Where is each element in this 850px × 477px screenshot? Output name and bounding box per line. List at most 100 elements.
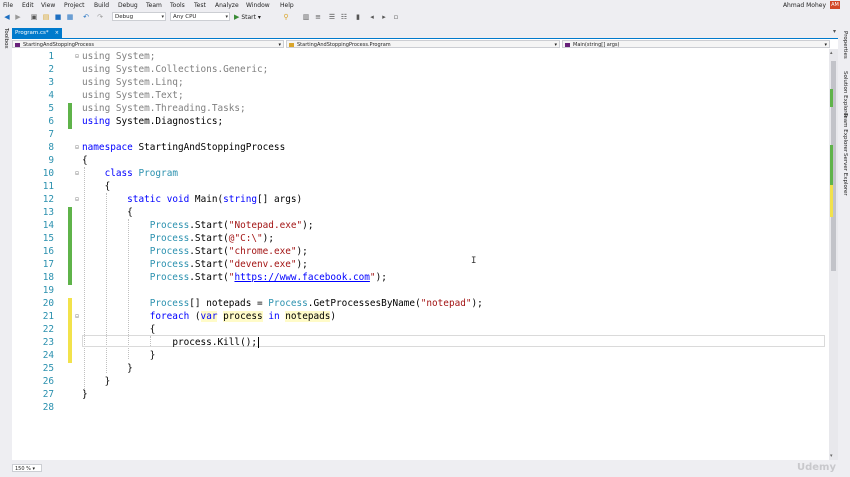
code-line-16[interactable]: Process.Start("chrome.exe"); bbox=[82, 246, 308, 257]
code-line-6[interactable]: using System.Diagnostics; bbox=[82, 116, 223, 127]
open-file-icon[interactable]: ▤ bbox=[42, 13, 50, 21]
prev-bookmark-icon[interactable]: ◂ bbox=[368, 13, 376, 21]
menu-window[interactable]: Window bbox=[246, 2, 270, 9]
project-select[interactable]: StartingAndStoppingProcess ▾ bbox=[12, 40, 284, 48]
code-line-23[interactable]: process.Kill(); bbox=[82, 337, 259, 348]
save-all-icon[interactable]: ▦ bbox=[66, 13, 74, 21]
code-line-11[interactable]: { bbox=[82, 181, 111, 192]
status-bar: 150 % ▾ Udemy bbox=[0, 460, 850, 477]
line-number: 6 bbox=[48, 116, 54, 127]
user-name[interactable]: Ahmad Mohey bbox=[783, 2, 826, 9]
right-tool-strip: Properties Solution Explorer Team Explor… bbox=[838, 25, 850, 460]
code-line-9[interactable]: { bbox=[82, 155, 88, 166]
solution-explorer-tab[interactable]: Solution Explorer bbox=[842, 71, 848, 118]
line-number: 18 bbox=[42, 272, 54, 283]
back-icon[interactable]: ◀ bbox=[3, 13, 11, 21]
code-line-14[interactable]: Process.Start("Notepad.exe"); bbox=[82, 220, 314, 231]
save-icon[interactable]: ■ bbox=[54, 13, 62, 21]
menu-analyze[interactable]: Analyze bbox=[215, 2, 239, 9]
code-line-8[interactable]: namespace StartingAndStoppingProcess bbox=[82, 142, 285, 153]
toolbox-tab[interactable]: Toolbox bbox=[3, 28, 9, 49]
format-icon[interactable]: ▥ bbox=[302, 13, 310, 21]
menu-tools[interactable]: Tools bbox=[170, 2, 185, 9]
code-line-10[interactable]: class Program bbox=[82, 168, 178, 179]
line-number: 23 bbox=[42, 337, 54, 348]
code-line-27[interactable]: } bbox=[82, 389, 88, 400]
collapse-icon[interactable]: ⊟ bbox=[74, 171, 80, 177]
collapse-icon[interactable]: ⊟ bbox=[74, 145, 80, 151]
configuration-select[interactable]: Debug ▾ bbox=[112, 12, 166, 21]
code-line-15[interactable]: Process.Start(@"C:\"); bbox=[82, 233, 274, 244]
menu-project[interactable]: Project bbox=[64, 2, 85, 9]
code-editor[interactable]: 1 2 3 4 5 6 7 8 9 10 11 12 13 14 15 16 1… bbox=[12, 49, 829, 460]
code-line-5[interactable]: using System.Threading.Tasks; bbox=[82, 103, 246, 114]
line-number: 15 bbox=[42, 233, 54, 244]
code-line-17[interactable]: Process.Start("devenv.exe"); bbox=[82, 259, 308, 270]
code-line-20[interactable]: Process[] notepads = Process.GetProcesse… bbox=[82, 298, 483, 309]
menu-file[interactable]: File bbox=[3, 2, 13, 9]
menu-test[interactable]: Test bbox=[194, 2, 206, 9]
server-explorer-tab[interactable]: Server Explorer bbox=[842, 153, 848, 196]
new-project-icon[interactable]: ▣ bbox=[30, 13, 38, 21]
tab-overflow-icon[interactable]: ▾ bbox=[833, 28, 836, 35]
code-line-18[interactable]: Process.Start("https://www.facebook.com"… bbox=[82, 272, 387, 283]
menu-view[interactable]: View bbox=[41, 2, 55, 9]
scroll-up-icon[interactable]: ▴ bbox=[830, 50, 833, 56]
menu-build[interactable]: Build bbox=[94, 2, 109, 9]
team-explorer-tab[interactable]: Team Explorer bbox=[842, 113, 848, 152]
line-number: 20 bbox=[42, 298, 54, 309]
code-line-26[interactable]: } bbox=[82, 376, 111, 387]
bookmark-icon[interactable]: ▮ bbox=[354, 13, 362, 21]
collapse-icon[interactable]: ⊟ bbox=[74, 197, 80, 203]
code-line-25[interactable]: } bbox=[82, 363, 133, 374]
menu-debug[interactable]: Debug bbox=[118, 2, 138, 9]
code-line-24[interactable]: } bbox=[82, 350, 156, 361]
avatar[interactable]: AM bbox=[830, 1, 840, 9]
chevron-down-icon: ▾ bbox=[161, 14, 164, 20]
vertical-scrollbar[interactable]: ▴ ▾ bbox=[829, 49, 838, 460]
redo-icon[interactable]: ↷ bbox=[96, 13, 104, 21]
find-icon[interactable]: ⚲ bbox=[282, 13, 290, 21]
class-select[interactable]: StartingAndStoppingProcess.Program ▾ bbox=[286, 40, 560, 48]
menu-help[interactable]: Help bbox=[280, 2, 294, 9]
line-number: 9 bbox=[48, 155, 54, 166]
forward-icon[interactable]: ▶ bbox=[14, 13, 22, 21]
line-number: 24 bbox=[42, 350, 54, 361]
collapse-icon[interactable]: ⊟ bbox=[74, 54, 80, 60]
scroll-down-icon[interactable]: ▾ bbox=[830, 453, 833, 459]
method-icon bbox=[565, 43, 570, 47]
next-bookmark-icon[interactable]: ▸ bbox=[380, 13, 388, 21]
code-line-21[interactable]: foreach (var process in notepads) bbox=[82, 311, 336, 322]
code-line-2[interactable]: using System.Collections.Generic; bbox=[82, 64, 268, 75]
watermark: Udemy bbox=[797, 462, 836, 473]
code-line-12[interactable]: static void Main(string[] args) bbox=[82, 194, 302, 205]
close-icon[interactable]: × bbox=[55, 28, 59, 38]
mouse-ibeam-cursor: I bbox=[471, 256, 477, 266]
chevron-down-icon: ▾ bbox=[225, 14, 228, 20]
line-number: 11 bbox=[42, 181, 54, 192]
menu-team[interactable]: Team bbox=[146, 2, 162, 9]
code-line-1[interactable]: using System; bbox=[82, 51, 155, 62]
saved-change-marker bbox=[68, 103, 72, 129]
start-button[interactable]: ▶ Start ▾ bbox=[234, 13, 261, 21]
saved-change-marker bbox=[830, 145, 833, 185]
collapse-icon[interactable]: ⊟ bbox=[74, 314, 80, 320]
clear-bookmarks-icon[interactable]: ▫ bbox=[392, 13, 400, 21]
line-number: 7 bbox=[48, 129, 54, 140]
uncomment-icon[interactable]: ☷ bbox=[340, 13, 348, 21]
platform-select[interactable]: Any CPU ▾ bbox=[170, 12, 230, 21]
line-number: 22 bbox=[42, 324, 54, 335]
member-select[interactable]: Main(string[] args) ▾ bbox=[562, 40, 830, 48]
tab-program-cs[interactable]: Program.cs* × bbox=[12, 28, 62, 38]
comment-icon[interactable]: ☰ bbox=[328, 13, 336, 21]
zoom-select[interactable]: 150 % ▾ bbox=[12, 464, 42, 472]
indent-icon[interactable]: ≡ bbox=[314, 13, 322, 21]
undo-icon[interactable]: ↶ bbox=[82, 13, 90, 21]
code-line-3[interactable]: using System.Linq; bbox=[82, 77, 184, 88]
chevron-down-icon: ▾ bbox=[824, 42, 827, 48]
code-line-4[interactable]: using System.Text; bbox=[82, 90, 184, 101]
properties-tab[interactable]: Properties bbox=[842, 31, 848, 59]
code-line-13[interactable]: { bbox=[82, 207, 133, 218]
menu-edit[interactable]: Edit bbox=[22, 2, 34, 9]
code-line-22[interactable]: { bbox=[82, 324, 156, 335]
